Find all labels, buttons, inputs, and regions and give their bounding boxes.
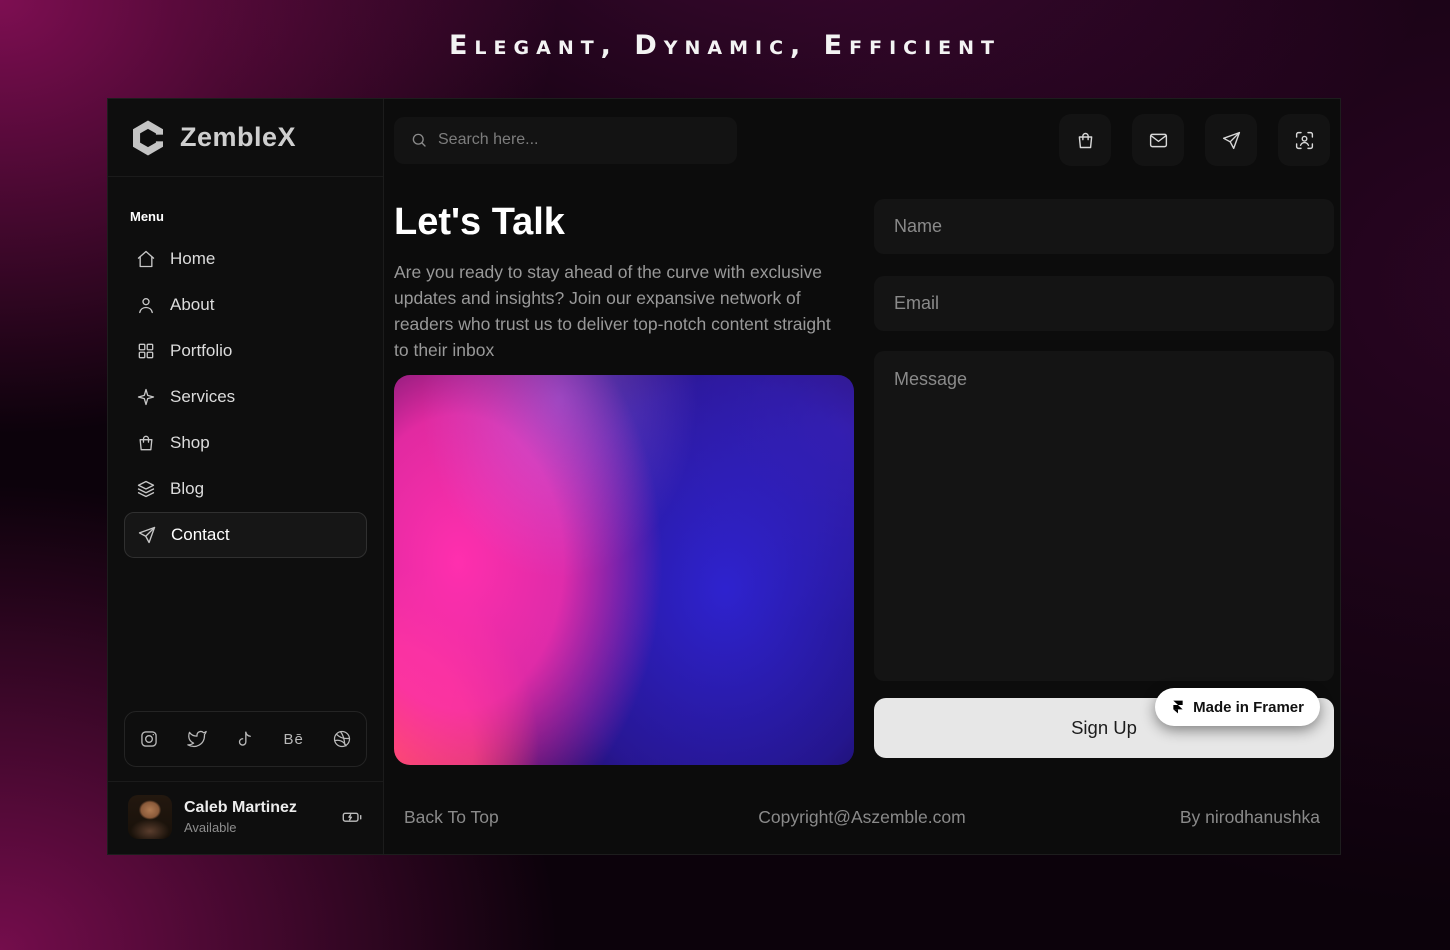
topbar	[394, 114, 1332, 166]
sidebar-item-label: Home	[170, 249, 215, 269]
sidebar-item-services[interactable]: Services	[124, 374, 367, 420]
bag-icon	[136, 433, 156, 453]
sidebar-item-home[interactable]: Home	[124, 236, 367, 282]
dribbble-icon[interactable]	[332, 729, 352, 749]
layers-icon	[136, 479, 156, 499]
search-input[interactable]	[438, 131, 721, 149]
sidebar-item-contact[interactable]: Contact	[124, 512, 367, 558]
sidebar-header: ZembleX	[108, 99, 383, 177]
main-content: Let's Talk Are you ready to stay ahead o…	[384, 99, 1340, 854]
menu-section-label: Menu	[130, 209, 367, 224]
instagram-icon[interactable]	[139, 729, 159, 749]
battery-icon	[341, 806, 363, 828]
page-tagline: Elegant, Dynamic, Efficient	[0, 30, 1450, 61]
sidebar-item-label: About	[170, 295, 214, 315]
sidebar-item-label: Services	[170, 387, 235, 407]
avatar	[128, 795, 172, 839]
user-profile: Caleb Martinez Available	[108, 781, 383, 854]
search-icon	[410, 131, 428, 149]
sidebar-item-about[interactable]: About	[124, 282, 367, 328]
hero-gradient-image	[394, 375, 854, 765]
back-to-top-link[interactable]: Back To Top	[404, 807, 673, 828]
topbar-actions	[1059, 114, 1330, 166]
sidebar-item-label: Shop	[170, 433, 210, 453]
profile-name: Caleb Martinez	[184, 799, 297, 817]
tiktok-icon[interactable]	[235, 729, 255, 749]
brand-logo-icon	[128, 118, 168, 158]
intro-column: Let's Talk Are you ready to stay ahead o…	[394, 199, 854, 765]
send-button[interactable]	[1205, 114, 1257, 166]
sidebar-item-portfolio[interactable]: Portfolio	[124, 328, 367, 374]
app-window: ZembleX Menu Home About Portfolio	[107, 98, 1341, 855]
contact-form: Sign Up Made in Framer	[874, 199, 1334, 765]
sparkle-icon	[136, 387, 156, 407]
page-description: Are you ready to stay ahead of the curve…	[394, 259, 850, 363]
sidebar-item-shop[interactable]: Shop	[124, 420, 367, 466]
profile-status: Available	[184, 820, 297, 835]
sidebar-item-label: Blog	[170, 479, 204, 499]
framer-logo-icon	[1171, 700, 1185, 714]
social-links: Bē	[124, 711, 367, 767]
home-icon	[136, 249, 156, 269]
message-field[interactable]	[874, 351, 1334, 681]
submit-area: Sign Up Made in Framer	[874, 698, 1334, 758]
sidebar-item-label: Contact	[171, 525, 230, 545]
send-icon	[137, 525, 157, 545]
brand-name: ZembleX	[180, 122, 296, 153]
sidebar: ZembleX Menu Home About Portfolio	[108, 99, 384, 854]
twitter-icon[interactable]	[187, 729, 207, 749]
page-title: Let's Talk	[394, 199, 854, 245]
bag-icon	[1075, 130, 1096, 151]
behance-icon[interactable]: Bē	[284, 729, 304, 749]
mail-button[interactable]	[1132, 114, 1184, 166]
name-field[interactable]	[874, 199, 1334, 254]
search-box	[394, 117, 737, 164]
sidebar-menu: Menu Home About Portfolio	[108, 177, 383, 558]
footer: Back To Top Copyright@Aszemble.com By ni…	[394, 807, 1332, 854]
scan-user-icon	[1294, 130, 1315, 151]
email-field[interactable]	[874, 276, 1334, 331]
copyright-text: Copyright@Aszemble.com	[673, 807, 1050, 828]
send-icon	[1221, 130, 1242, 151]
user-icon	[136, 295, 156, 315]
mail-icon	[1148, 130, 1169, 151]
made-in-framer-badge[interactable]: Made in Framer	[1155, 688, 1320, 726]
scan-user-button[interactable]	[1278, 114, 1330, 166]
badge-label: Made in Framer	[1193, 699, 1304, 716]
sidebar-item-label: Portfolio	[170, 341, 232, 361]
credit-text: By nirodhanushka	[1051, 807, 1320, 828]
sidebar-item-blog[interactable]: Blog	[124, 466, 367, 512]
content-area: Let's Talk Are you ready to stay ahead o…	[394, 199, 1332, 765]
grid-icon	[136, 341, 156, 361]
cart-button[interactable]	[1059, 114, 1111, 166]
